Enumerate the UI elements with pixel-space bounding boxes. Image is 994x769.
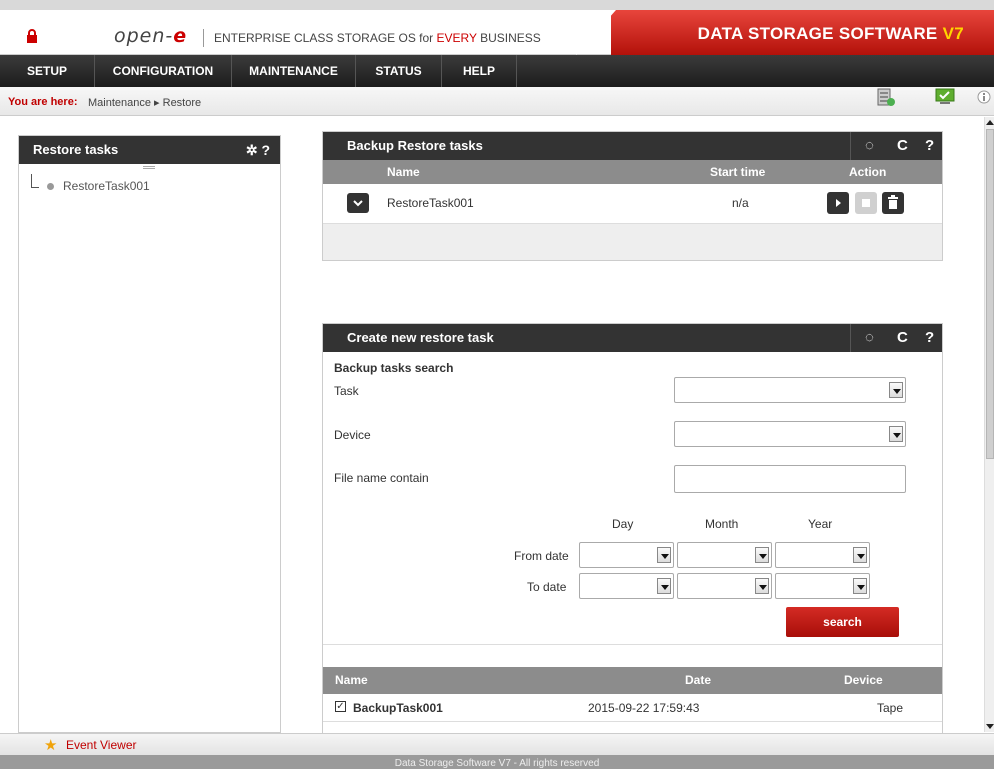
table-row[interactable]: RestoreTask001 n/a xyxy=(323,184,942,224)
chevron-down-icon[interactable] xyxy=(657,578,671,594)
task-select[interactable] xyxy=(674,377,906,403)
create-task-title: Create new restore task xyxy=(347,330,494,345)
backup-restore-title: Backup Restore tasks xyxy=(347,138,483,153)
trash-icon[interactable] xyxy=(882,192,904,214)
to-month-select[interactable] xyxy=(677,573,772,599)
event-viewer-link[interactable]: Event Viewer xyxy=(66,738,136,752)
search-button[interactable]: search xyxy=(786,607,899,637)
help-icon[interactable]: ? xyxy=(925,132,934,160)
col-action: Action xyxy=(849,165,887,179)
backup-restore-footer xyxy=(323,224,942,260)
lock-icon[interactable] xyxy=(26,29,38,43)
col-result-name[interactable]: Name xyxy=(335,667,368,694)
splitter-grip[interactable] xyxy=(143,166,155,169)
tagline: ENTERPRISE CLASS STORAGE OS for EVERY BU… xyxy=(214,31,541,45)
nav-setup[interactable]: SETUP xyxy=(0,55,95,87)
task-start-time: n/a xyxy=(732,196,749,210)
chevron-down-icon[interactable] xyxy=(853,578,867,594)
brand-notch xyxy=(576,10,616,55)
breadcrumb-label: You are here: xyxy=(8,96,78,108)
star-icon: ★ xyxy=(44,737,58,754)
spinner-icon[interactable]: ◌ xyxy=(865,132,874,160)
scroll-thumb[interactable] xyxy=(986,129,994,459)
spinner-icon[interactable]: ◌ xyxy=(865,324,874,352)
result-date: 2015-09-22 17:59:43 xyxy=(588,701,700,715)
footer: Data Storage Software V7 - All rights re… xyxy=(0,755,994,769)
device-select[interactable] xyxy=(674,421,906,447)
panel-tools[interactable]: ✲ ? xyxy=(246,136,270,164)
to-date-label: To date xyxy=(527,580,567,594)
tagline-divider xyxy=(203,29,204,47)
chevron-down-icon[interactable] xyxy=(755,578,769,594)
from-year-select[interactable] xyxy=(775,542,870,568)
chevron-down-icon[interactable] xyxy=(657,547,671,563)
backup-task-checkbox[interactable]: ✓ xyxy=(335,701,346,712)
app-header: open-e ENTERPRISE CLASS STORAGE OS for E… xyxy=(0,10,994,55)
help-icon[interactable]: ? xyxy=(925,324,934,352)
col-result-date[interactable]: Date xyxy=(685,667,711,694)
scroll-up-icon[interactable] xyxy=(986,120,994,125)
server-icon[interactable] xyxy=(874,87,896,107)
chevron-down-icon[interactable] xyxy=(853,547,867,563)
from-date-label: From date xyxy=(514,549,569,563)
main-nav: SETUP CONFIGURATION MAINTENANCE STATUS H… xyxy=(0,55,994,87)
nav-maintenance[interactable]: MAINTENANCE xyxy=(232,55,356,87)
tree-connector xyxy=(31,174,39,188)
stop-icon xyxy=(855,192,877,214)
create-restore-task-box: Create new restore task ◌ C ? Backup tas… xyxy=(322,323,943,733)
nav-help[interactable]: HELP xyxy=(442,55,517,87)
backup-restore-tasks-box: Backup Restore tasks ◌ C ? Name Start ti… xyxy=(322,131,943,261)
chevron-down-icon[interactable] xyxy=(889,382,903,398)
event-viewer-bar: ★ Event Viewer xyxy=(0,733,994,755)
scroll-down-icon[interactable] xyxy=(986,724,994,729)
breadcrumb-path[interactable]: Maintenance ▸ Restore xyxy=(88,96,201,109)
vertical-scrollbar[interactable] xyxy=(984,117,994,732)
month-label: Month xyxy=(705,517,739,531)
from-month-select[interactable] xyxy=(677,542,772,568)
result-device: Tape xyxy=(877,701,904,715)
filename-label: File name contain xyxy=(334,471,429,485)
restore-tasks-title: Restore tasks xyxy=(33,142,119,157)
nav-configuration[interactable]: CONFIGURATION xyxy=(95,55,232,87)
chevron-down-icon[interactable] xyxy=(755,547,769,563)
to-day-select[interactable] xyxy=(579,573,674,599)
monitor-check-icon[interactable] xyxy=(934,87,956,107)
chevron-down-icon[interactable] xyxy=(347,193,369,213)
year-label: Year xyxy=(808,517,833,531)
nav-status[interactable]: STATUS xyxy=(356,55,442,87)
breadcrumb: You are here: Maintenance ▸ Restore xyxy=(0,87,994,116)
create-task-header: Create new restore task ◌ C ? xyxy=(323,324,942,352)
spacer xyxy=(323,644,942,667)
restore-tasks-header: Restore tasks ✲ ? xyxy=(19,136,280,164)
play-icon[interactable] xyxy=(827,192,849,214)
top-strip xyxy=(0,0,994,10)
task-label: Task xyxy=(334,384,359,398)
footer-text: Data Storage Software V7 - All rights re… xyxy=(394,758,600,769)
device-label: Device xyxy=(334,428,371,442)
restore-tasks-panel: Restore tasks ✲ ? RestoreTask001 xyxy=(18,135,281,733)
brand-banner: DATA STORAGE SOFTWARE V7 xyxy=(611,10,994,55)
results-columns: Name Date Device xyxy=(323,667,942,694)
day-label: Day xyxy=(612,517,634,531)
backup-restore-columns: Name Start time Action xyxy=(323,160,942,184)
refresh-icon[interactable]: C xyxy=(897,132,908,160)
result-name: BackupTask001 xyxy=(353,701,443,715)
col-result-device[interactable]: Device xyxy=(844,667,883,694)
open-e-logo: open-e xyxy=(114,25,188,47)
tree-bullet-icon xyxy=(47,183,54,190)
task-name: RestoreTask001 xyxy=(387,196,474,210)
filename-input[interactable] xyxy=(674,465,906,493)
chevron-down-icon[interactable] xyxy=(889,426,903,442)
backup-search-heading: Backup tasks search xyxy=(334,361,454,375)
backup-restore-header: Backup Restore tasks ◌ C ? xyxy=(323,132,942,160)
to-year-select[interactable] xyxy=(775,573,870,599)
info-icon[interactable] xyxy=(976,87,992,107)
table-row[interactable]: ✓ BackupTask001 2015-09-22 17:59:43 Tape xyxy=(323,694,942,722)
col-name[interactable]: Name xyxy=(387,160,420,184)
col-start-time[interactable]: Start time xyxy=(710,160,765,184)
tree-item-restoretask[interactable]: RestoreTask001 xyxy=(63,179,150,193)
from-day-select[interactable] xyxy=(579,542,674,568)
refresh-icon[interactable]: C xyxy=(897,324,908,352)
